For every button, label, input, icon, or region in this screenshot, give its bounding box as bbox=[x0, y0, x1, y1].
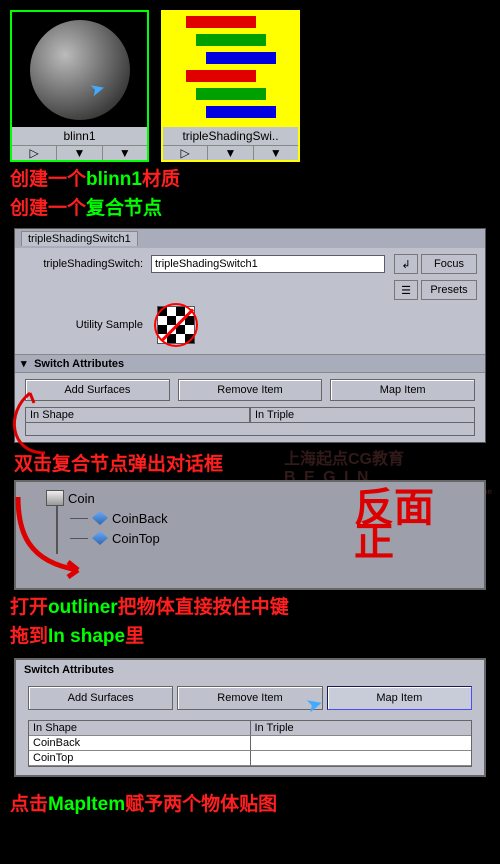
play-icon[interactable]: ▷ bbox=[163, 146, 208, 160]
outliner-panel: Coin CoinBack CoinTop 反面 正 bbox=[14, 480, 486, 590]
switch-header-label: Switch Attributes bbox=[34, 358, 124, 370]
add-surfaces-button[interactable]: Add Surfaces bbox=[28, 686, 173, 710]
thumb-triple-controls: ▷ ▼ ▼ bbox=[163, 145, 298, 160]
blinn-swatch: ➤ bbox=[12, 12, 147, 127]
shader-thumbnails: ➤ blinn1 ▷ ▼ ▼ tripleShadingSwi.. ▷ ▼ ▼ bbox=[0, 0, 500, 162]
switch-table-empty bbox=[25, 423, 475, 436]
note-line-5: 拖到In shape里 bbox=[0, 619, 500, 648]
thumb-triple-label: tripleShadingSwi.. bbox=[163, 127, 298, 145]
thumb-triple[interactable]: tripleShadingSwi.. ▷ ▼ ▼ bbox=[161, 10, 300, 162]
attr-tab[interactable]: tripleShadingSwitch1 bbox=[21, 231, 138, 246]
name-field[interactable] bbox=[151, 255, 385, 273]
go-icon[interactable]: ↲ bbox=[394, 254, 418, 274]
down-icon[interactable]: ▼ bbox=[208, 146, 253, 160]
switch-table-head: In Shape In Triple bbox=[25, 407, 475, 423]
presets-button[interactable]: Presets bbox=[421, 280, 477, 300]
note-line-1: 创建一个blinn1材质 bbox=[0, 162, 500, 191]
chevron-down-icon: ▾ bbox=[21, 357, 31, 370]
note-line-4: 打开outliner把物体直接按住中键 bbox=[0, 590, 500, 619]
note-line-6: 点击MapItem赋予两个物体贴图 bbox=[0, 787, 500, 816]
attribute-editor: tripleShadingSwitch1 tripleShadingSwitch… bbox=[14, 228, 486, 443]
focus-button[interactable]: Focus bbox=[421, 254, 477, 274]
switch-button-row: Add Surfaces Remove Item Map Item bbox=[15, 373, 485, 407]
thumb-blinn-controls: ▷ ▼ ▼ bbox=[12, 145, 147, 160]
remove-item-button[interactable]: Remove Item bbox=[178, 379, 323, 401]
attr-tab-bar: tripleShadingSwitch1 bbox=[15, 229, 485, 248]
map-item-button[interactable]: Map Item bbox=[327, 686, 472, 710]
switch-section-header[interactable]: ▾ Switch Attributes bbox=[15, 354, 485, 373]
note-line-2: 创建一个复合节点 bbox=[0, 191, 500, 220]
col-in-triple: In Triple bbox=[250, 407, 475, 423]
down-icon[interactable]: ▼ bbox=[103, 146, 147, 160]
note-line-3: 双击复合节点弹出对话框 上海起点CG教育 B E G I N Shanghai … bbox=[14, 449, 500, 476]
remove-item-button[interactable]: Remove Item bbox=[177, 686, 322, 710]
col-in-triple: In Triple bbox=[251, 721, 472, 736]
triple-swatch bbox=[163, 12, 298, 127]
map-item-button[interactable]: Map Item bbox=[330, 379, 475, 401]
switch-table: In Shape In Triple CoinBack CoinTop bbox=[28, 720, 472, 767]
thumb-blinn-label: blinn1 bbox=[12, 127, 147, 145]
play-icon[interactable]: ▷ bbox=[12, 146, 57, 160]
switch-header-2: Switch Attributes bbox=[16, 660, 484, 680]
table-row[interactable]: CoinTop bbox=[29, 751, 471, 766]
name-row: tripleShadingSwitch: ↲ Focus bbox=[23, 254, 477, 274]
down-icon[interactable]: ▼ bbox=[57, 146, 102, 160]
handwriting-annotation: 反面 正 bbox=[354, 488, 434, 562]
col-in-shape: In Shape bbox=[29, 721, 251, 736]
down-icon[interactable]: ▼ bbox=[254, 146, 298, 160]
name-label: tripleShadingSwitch: bbox=[23, 258, 143, 270]
list-icon[interactable]: ☰ bbox=[394, 280, 418, 300]
thumb-blinn[interactable]: ➤ blinn1 ▷ ▼ ▼ bbox=[10, 10, 149, 162]
utility-sample-icon bbox=[157, 306, 195, 344]
utility-label: Utility Sample bbox=[23, 319, 143, 331]
utility-row: Utility Sample bbox=[23, 306, 477, 344]
table-row[interactable]: CoinBack bbox=[29, 736, 471, 751]
annotation-arrow-2 bbox=[8, 492, 128, 582]
switch-attributes-panel: Switch Attributes Add Surfaces Remove It… bbox=[14, 658, 486, 777]
